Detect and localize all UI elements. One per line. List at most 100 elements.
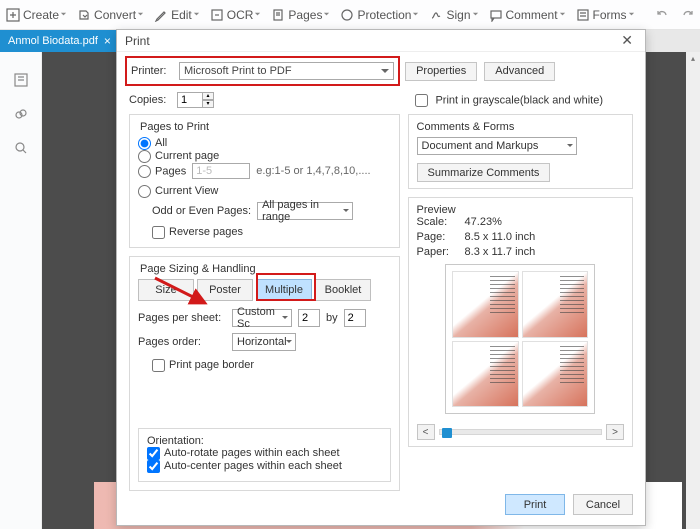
- pps-cols-input[interactable]: [298, 309, 320, 327]
- preview-prev-button[interactable]: <: [417, 424, 435, 440]
- shield-icon: [340, 8, 354, 22]
- ocr-icon: [210, 8, 224, 22]
- plus-icon: [6, 8, 20, 22]
- seg-multiple-label: Multiple: [265, 284, 303, 296]
- seg-multiple[interactable]: Multiple: [256, 279, 312, 301]
- redo-icon[interactable]: [680, 7, 695, 22]
- print-button[interactable]: Print: [505, 494, 565, 515]
- orientation-group: Orientation: Auto-rotate pages within ea…: [138, 428, 391, 482]
- properties-button[interactable]: Properties: [405, 62, 477, 81]
- toolbar-convert[interactable]: Convert: [77, 8, 144, 22]
- auto-rotate-label: Auto-rotate pages within each sheet: [164, 447, 340, 459]
- left-rail: [0, 52, 42, 529]
- page-value: 8.5 x 11.0 inch: [465, 231, 536, 243]
- pages-range-hint: e.g:1-5 or 1,4,7,8,10,....: [256, 165, 370, 177]
- auto-center-checkbox[interactable]: Auto-center pages within each sheet: [147, 460, 342, 472]
- comments-legend: Comments & Forms: [417, 121, 624, 133]
- radio-current-view-label: Current View: [155, 185, 218, 197]
- comments-select-value: Document and Markups: [422, 140, 539, 152]
- scroll-up-icon[interactable]: ▴: [686, 52, 700, 66]
- comment-icon: [489, 8, 503, 22]
- grayscale-checkbox[interactable]: Print in grayscale(black and white): [415, 94, 603, 107]
- attachment-panel-icon[interactable]: [13, 106, 29, 122]
- pps-rows-input[interactable]: [344, 309, 366, 327]
- spinner-up-icon[interactable]: ▴: [202, 92, 214, 100]
- print-border-label: Print page border: [169, 359, 254, 371]
- reverse-checkbox[interactable]: Reverse pages: [152, 226, 243, 238]
- toolbar-pages[interactable]: Pages: [271, 8, 330, 22]
- pages-icon: [271, 8, 285, 22]
- preview-slider[interactable]: [439, 429, 602, 435]
- seg-booklet[interactable]: Booklet: [315, 279, 371, 301]
- seg-poster[interactable]: Poster: [197, 279, 253, 301]
- orientation-legend: Orientation:: [147, 435, 382, 447]
- edit-icon: [154, 8, 168, 22]
- seg-booklet-label: Booklet: [325, 284, 362, 296]
- toolbar-comment-label: Comment: [506, 8, 558, 22]
- radio-current-page[interactable]: Current page: [138, 150, 219, 162]
- radio-current-page-label: Current page: [155, 150, 219, 162]
- pps-select[interactable]: Custom Sc: [232, 309, 292, 327]
- close-icon[interactable]: ✕: [617, 32, 637, 49]
- toolbar-convert-label: Convert: [94, 8, 136, 22]
- summarize-button[interactable]: Summarize Comments: [417, 163, 551, 182]
- radio-current-view[interactable]: Current View: [138, 185, 218, 197]
- toolbar-edit-label: Edit: [171, 8, 192, 22]
- printer-select[interactable]: Microsoft Print to PDF: [179, 62, 394, 80]
- scale-value: 47.23%: [465, 216, 502, 228]
- dialog-title: Print: [125, 34, 150, 48]
- pages-range-input[interactable]: [192, 163, 250, 179]
- preview-page: [522, 341, 589, 408]
- copies-spinner[interactable]: ▴▾: [177, 92, 214, 108]
- odd-even-label: Odd or Even Pages:: [152, 205, 251, 217]
- vertical-scrollbar[interactable]: ▴: [686, 52, 700, 529]
- seg-size-label: Size: [155, 284, 176, 296]
- odd-even-select[interactable]: All pages in range: [257, 202, 353, 220]
- toolbar-ocr[interactable]: OCR: [210, 8, 262, 22]
- toolbar-protection[interactable]: Protection: [340, 8, 419, 22]
- page-label: Page:: [417, 231, 459, 243]
- convert-icon: [77, 8, 91, 22]
- search-panel-icon[interactable]: [13, 140, 29, 156]
- radio-pages-label: Pages: [155, 165, 186, 177]
- undo-icon[interactable]: [655, 7, 670, 22]
- cancel-button[interactable]: Cancel: [573, 494, 633, 515]
- pps-select-value: Custom Sc: [237, 306, 279, 330]
- seg-poster-label: Poster: [209, 284, 241, 296]
- auto-rotate-checkbox[interactable]: Auto-rotate pages within each sheet: [147, 447, 340, 459]
- preview-page: [452, 341, 519, 408]
- pages-to-print-group: Pages to Print All Current page Pages e.…: [129, 114, 400, 248]
- preview-next-button[interactable]: >: [606, 424, 624, 440]
- grayscale-label: Print in grayscale(black and white): [435, 94, 603, 106]
- sizing-group: Page Sizing & Handling Size Poster Multi…: [129, 256, 400, 491]
- toolbar-comment[interactable]: Comment: [489, 8, 566, 22]
- reverse-label: Reverse pages: [169, 226, 243, 238]
- sign-icon: [429, 8, 443, 22]
- main-toolbar: Create Convert Edit OCR Pages Protection…: [0, 0, 700, 30]
- print-border-checkbox[interactable]: Print page border: [152, 359, 254, 371]
- copies-input[interactable]: [177, 92, 203, 108]
- printer-label: Printer:: [131, 65, 173, 77]
- radio-all[interactable]: All: [138, 137, 167, 149]
- thumbnail-panel-icon[interactable]: [13, 72, 29, 88]
- document-tab-label: Anmol Biodata.pdf: [8, 35, 98, 47]
- preview-group: Preview Scale:47.23% Page:8.5 x 11.0 inc…: [408, 197, 633, 447]
- toolbar-protection-label: Protection: [357, 8, 411, 22]
- advanced-button[interactable]: Advanced: [484, 62, 555, 81]
- spinner-down-icon[interactable]: ▾: [202, 100, 214, 108]
- toolbar-edit[interactable]: Edit: [154, 8, 200, 22]
- document-tab[interactable]: Anmol Biodata.pdf ×: [0, 30, 119, 52]
- pages-order-select[interactable]: Horizontal: [232, 333, 296, 351]
- toolbar-create[interactable]: Create: [6, 8, 67, 22]
- preview-page: [452, 271, 519, 338]
- pages-to-print-legend: Pages to Print: [138, 121, 391, 133]
- radio-pages[interactable]: Pages: [138, 165, 186, 178]
- odd-even-value: All pages in range: [262, 199, 340, 223]
- scale-label: Scale:: [417, 216, 459, 228]
- comments-select[interactable]: Document and Markups: [417, 137, 577, 155]
- toolbar-sign[interactable]: Sign: [429, 8, 478, 22]
- seg-size[interactable]: Size: [138, 279, 194, 301]
- toolbar-forms[interactable]: Forms: [576, 8, 635, 22]
- close-tab-icon[interactable]: ×: [104, 34, 111, 48]
- pages-order-value: Horizontal: [237, 336, 287, 348]
